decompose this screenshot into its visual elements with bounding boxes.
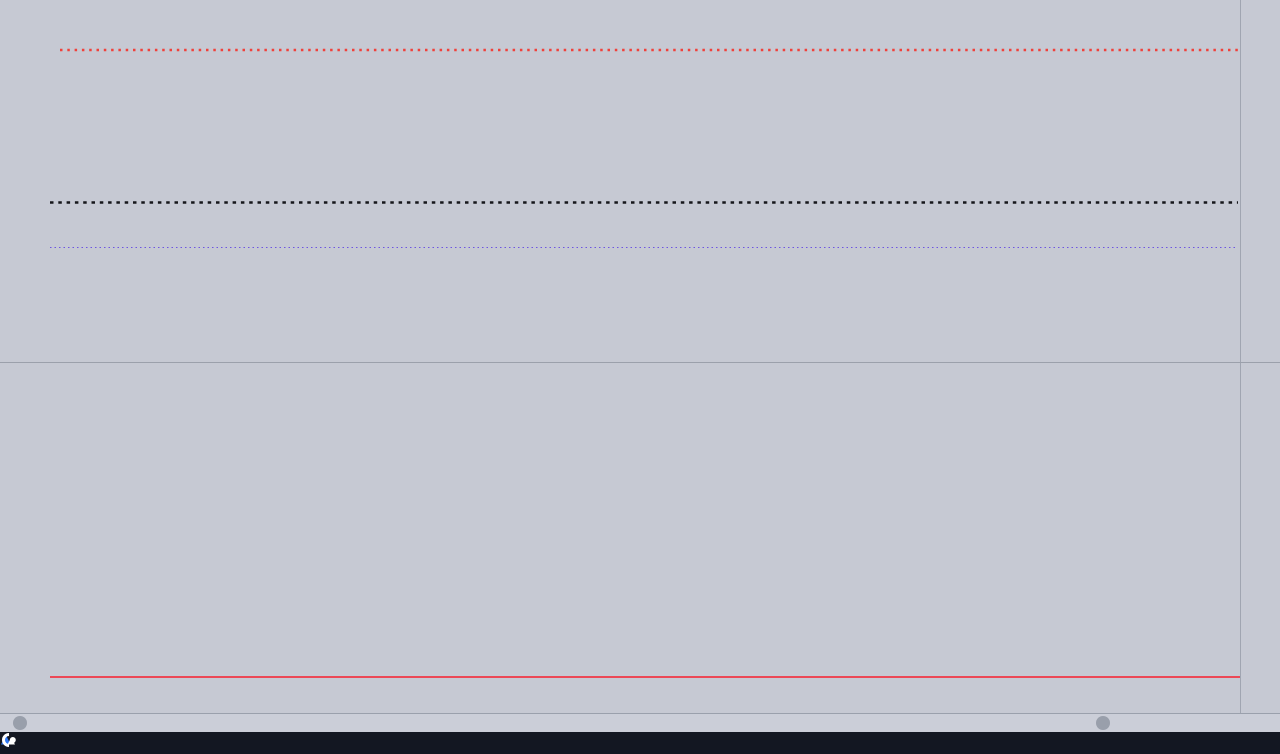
right-scale-divider [1240,0,1241,713]
legend-price-series[interactable] [55,19,61,31]
chart-canvas[interactable] [0,0,1280,754]
legend-wma[interactable] [55,390,61,402]
legend-ma[interactable] [55,366,61,378]
stage [0,0,1280,754]
panel-divider[interactable] [0,362,1280,363]
footer-bar [0,732,1280,754]
legend-funding-series[interactable] [55,6,65,18]
time-axis-left-handle[interactable] [13,716,27,730]
legend-ema[interactable] [55,378,61,390]
time-axis[interactable] [0,713,1280,733]
time-axis-right-handle[interactable] [1096,716,1110,730]
cryptoquant-logo-icon [0,732,17,748]
